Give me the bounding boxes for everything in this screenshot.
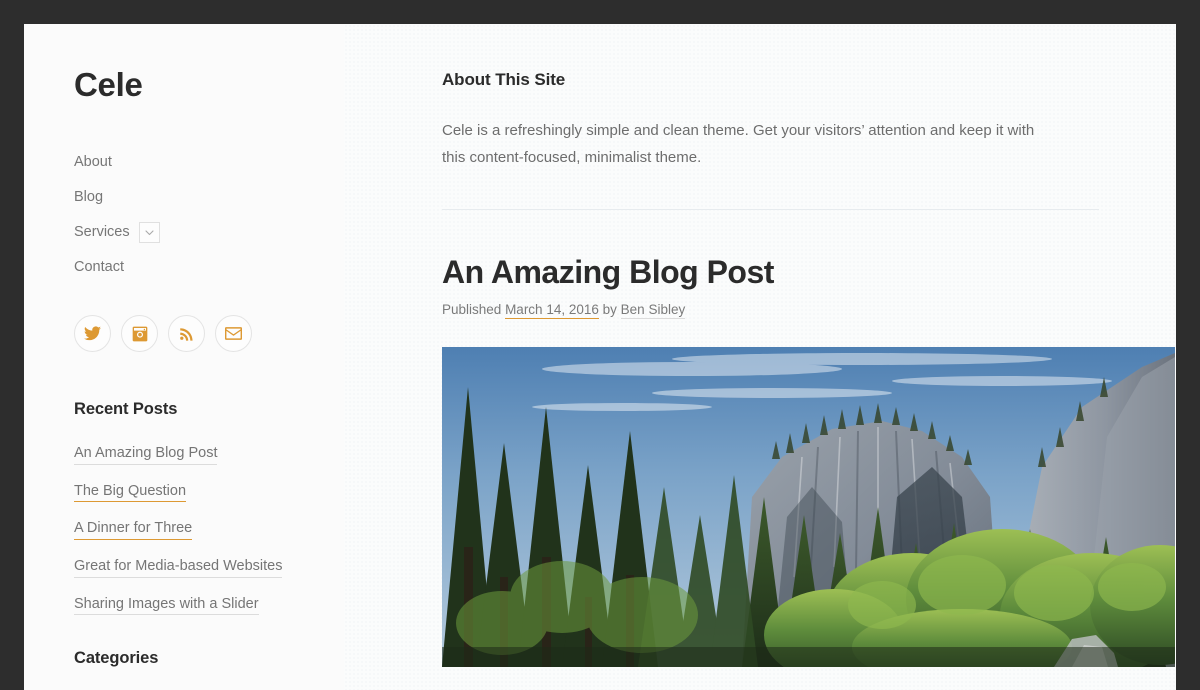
recent-post-link[interactable]: A Dinner for Three xyxy=(74,520,193,541)
site-title[interactable]: Cele xyxy=(74,68,344,101)
landscape-illustration xyxy=(442,346,1175,667)
list-item: Great for Media-based Websites xyxy=(74,558,344,578)
nav-item-blog[interactable]: Blog xyxy=(74,180,344,215)
nav-item-contact[interactable]: Contact xyxy=(74,250,344,285)
widget-title: Categories xyxy=(74,649,159,668)
chevron-down-icon[interactable] xyxy=(138,222,160,243)
list-item: A Dinner for Three xyxy=(74,520,344,541)
about-text: Cele is a refreshingly simple and clean … xyxy=(442,122,1035,166)
list-item: Sharing Images with a Slider xyxy=(74,596,344,616)
sidebar: Cele About Blog Services Contact Recent … xyxy=(24,24,344,690)
recent-posts-list: An Amazing Blog Post The Big Question A … xyxy=(74,445,344,616)
post-author-link[interactable]: Ben Sibley xyxy=(620,301,686,319)
featured-image[interactable]: Granite cliffs of a valley rising above … xyxy=(442,346,1175,667)
nav-item-label: Services xyxy=(74,224,130,241)
widget-recent-posts: Recent Posts An Amazing Blog Post The Bi… xyxy=(74,400,344,616)
list-item: The Big Question xyxy=(74,483,344,503)
nav-item-about[interactable]: About xyxy=(74,145,344,180)
nav-item-services[interactable]: Services xyxy=(74,215,344,250)
browser-frame: Cele About Blog Services Contact Recent … xyxy=(0,0,1200,690)
post-title[interactable]: An Amazing Blog Post xyxy=(442,255,1099,290)
widget-categories: Categories xyxy=(74,649,344,668)
recent-post-link[interactable]: Sharing Images with a Slider xyxy=(74,596,259,616)
post-date-link[interactable]: March 14, 2016 xyxy=(505,301,599,319)
page-canvas: Cele About Blog Services Contact Recent … xyxy=(24,24,1176,690)
recent-post-link[interactable]: An Amazing Blog Post xyxy=(74,445,218,465)
nav-item-label: Contact xyxy=(74,259,124,276)
meta-by-label: by xyxy=(602,301,617,317)
social-links xyxy=(74,315,344,352)
post-meta: Published March 14, 2016 by Ben Sibley xyxy=(442,301,1099,319)
widget-title: Recent Posts xyxy=(74,400,178,418)
email-icon[interactable] xyxy=(215,315,252,352)
instagram-icon[interactable] xyxy=(121,315,158,352)
twitter-icon[interactable] xyxy=(74,315,111,352)
main-content: About This Site Cele is a refreshingly s… xyxy=(344,24,1176,690)
about-heading: About This Site xyxy=(442,70,566,89)
nav-item-label: Blog xyxy=(74,189,104,206)
primary-navigation: About Blog Services Contact xyxy=(74,145,344,285)
recent-post-link[interactable]: The Big Question xyxy=(74,483,187,503)
meta-published-label: Published xyxy=(442,301,502,317)
nav-item-label: About xyxy=(74,154,112,171)
recent-post-link[interactable]: Great for Media-based Websites xyxy=(74,558,283,578)
list-item: An Amazing Blog Post xyxy=(74,445,344,465)
rss-icon[interactable] xyxy=(168,315,205,352)
section-divider xyxy=(442,209,1099,211)
